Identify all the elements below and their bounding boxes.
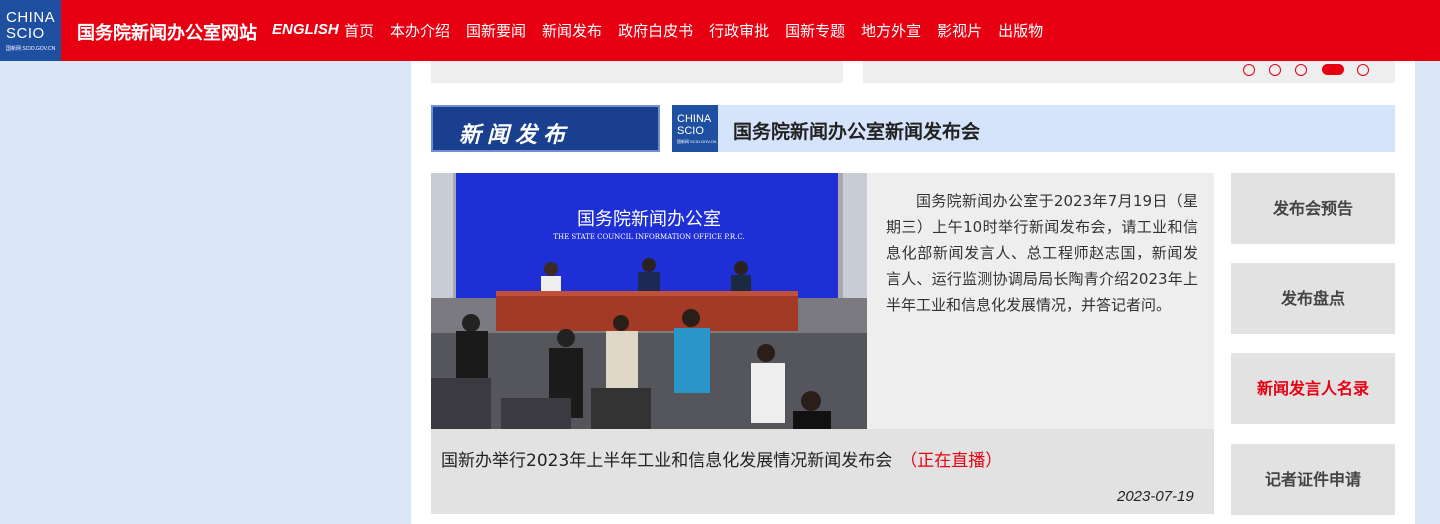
- china-scio-small-logo: CHINA SCIO 国新网 SCIO.GOV.CN: [672, 105, 718, 152]
- carousel-dot-4-active[interactable]: [1322, 64, 1344, 75]
- small-logo-text-china: CHINA: [677, 113, 712, 125]
- logo-text-scio: SCIO: [6, 25, 45, 42]
- press-credential-button[interactable]: 记者证件申请: [1231, 444, 1395, 515]
- backdrop-title: 国务院新闻办公室: [577, 209, 721, 230]
- nav-item-press-release[interactable]: 新闻发布: [542, 20, 602, 41]
- carousel-dot-1[interactable]: [1243, 64, 1255, 76]
- logo-text-china: CHINA: [6, 9, 56, 26]
- nav-item-films[interactable]: 影视片: [937, 20, 982, 41]
- english-link[interactable]: ENGLISH: [272, 21, 339, 38]
- conference-review-button[interactable]: 发布盘点: [1231, 263, 1395, 334]
- carousel-dot-3[interactable]: [1295, 64, 1307, 76]
- press-conference-title[interactable]: 国务院新闻办公室新闻发布会: [733, 117, 980, 144]
- feature-headline-link[interactable]: 国新办举行2023年上半年工业和信息化发展情况新闻发布会 （正在直播）: [441, 446, 1002, 471]
- top-bar: CHINA SCIO 国新网 SCIO.GOV.CN 国务院新闻办公室网站 EN…: [0, 0, 1440, 61]
- nav-item-local-publicity[interactable]: 地方外宣: [861, 20, 921, 41]
- nav-item-publications[interactable]: 出版物: [998, 20, 1043, 41]
- logo-text-domain: 国新网 SCIO.GOV.CN: [6, 46, 56, 52]
- site-title[interactable]: 国务院新闻办公室网站: [77, 19, 257, 45]
- nav-item-white-papers[interactable]: 政府白皮书: [618, 20, 693, 41]
- feature-headline[interactable]: 国新办举行2023年上半年工业和信息化发展情况新闻发布会: [441, 451, 892, 471]
- caption-panel: [431, 429, 1214, 514]
- conference-preview-button[interactable]: 发布会预告: [1231, 173, 1395, 244]
- previous-panel-right: [863, 61, 1395, 83]
- carousel-dot-2[interactable]: [1269, 64, 1281, 76]
- main-nav: 首页 本办介绍 国新要闻 新闻发布 政府白皮书 行政审批 国新专题 地方外宣 影…: [344, 20, 1059, 41]
- small-logo-text-scio: SCIO: [677, 125, 704, 137]
- china-scio-logo[interactable]: CHINA SCIO 国新网 SCIO.GOV.CN: [0, 0, 61, 61]
- nav-item-home[interactable]: 首页: [344, 20, 374, 41]
- press-conference-photo[interactable]: 国务院新闻办公室 THE STATE COUNCIL INFORMATION O…: [431, 173, 867, 429]
- spokesperson-directory-button[interactable]: 新闻发言人名录: [1231, 353, 1395, 424]
- live-badge[interactable]: （正在直播）: [900, 451, 1002, 471]
- news-release-tab[interactable]: 新闻发布: [431, 105, 660, 152]
- feature-date: 2023-07-19: [1117, 488, 1194, 505]
- nav-item-about[interactable]: 本办介绍: [390, 20, 450, 41]
- previous-panel-left: [431, 61, 843, 83]
- nav-item-admin-approval[interactable]: 行政审批: [709, 20, 769, 41]
- feature-summary: 国务院新闻办公室于2023年7月19日（星期三）上午10时举行新闻发布会，请工业…: [886, 192, 1198, 314]
- press-conference-illustration: 国务院新闻办公室 THE STATE COUNCIL INFORMATION O…: [431, 173, 867, 429]
- backdrop-subtitle: THE STATE COUNCIL INFORMATION OFFICE P.R…: [553, 233, 744, 241]
- nav-item-topics[interactable]: 国新专题: [785, 20, 845, 41]
- small-logo-text-domain: 国新网 SCIO.GOV.CN: [677, 139, 717, 144]
- nav-item-news[interactable]: 国新要闻: [466, 20, 526, 41]
- carousel-dot-5[interactable]: [1357, 64, 1369, 76]
